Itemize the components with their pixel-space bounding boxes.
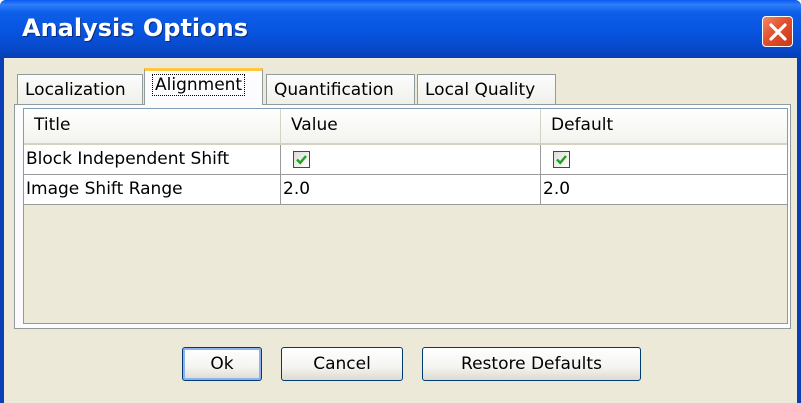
close-button[interactable] xyxy=(762,16,793,47)
button-bar: Ok Cancel Restore Defaults xyxy=(4,340,797,390)
analysis-options-window: Analysis Options Localization Alignment … xyxy=(0,0,801,403)
column-header-title[interactable]: Title xyxy=(24,109,281,143)
row-value-cell[interactable]: 2.0 xyxy=(281,175,541,204)
table-row[interactable]: Block Independent Shift xyxy=(24,145,787,175)
column-header-default[interactable]: Default xyxy=(541,109,787,143)
value-checkbox[interactable] xyxy=(293,151,310,168)
dialog-body: Localization Alignment Quantification Lo… xyxy=(4,58,797,403)
options-table: Title Value Default Block Independent Sh… xyxy=(23,108,788,324)
cancel-button[interactable]: Cancel xyxy=(281,347,403,381)
tab-label: Alignment xyxy=(152,74,246,96)
tab-localization[interactable]: Localization xyxy=(17,74,143,104)
row-default-cell[interactable]: 2.0 xyxy=(541,175,787,204)
tab-label: Localization xyxy=(25,80,126,100)
checkmark-icon xyxy=(556,155,567,165)
table-header: Title Value Default xyxy=(24,109,787,145)
tab-quantification[interactable]: Quantification xyxy=(266,74,415,104)
tab-local-quality[interactable]: Local Quality xyxy=(417,74,556,104)
ok-button[interactable]: Ok xyxy=(182,347,262,381)
title-bar[interactable]: Analysis Options xyxy=(0,0,801,58)
tab-panel: Title Value Default Block Independent Sh… xyxy=(14,104,791,329)
checkmark-icon xyxy=(296,155,307,165)
tab-alignment[interactable]: Alignment xyxy=(144,68,263,105)
row-value-cell[interactable] xyxy=(281,145,541,174)
default-checkbox[interactable] xyxy=(553,151,570,168)
row-title-cell: Block Independent Shift xyxy=(24,145,281,174)
column-header-value[interactable]: Value xyxy=(281,109,541,143)
window-title: Analysis Options xyxy=(22,14,249,42)
table-row[interactable]: Image Shift Range 2.0 2.0 xyxy=(24,175,787,205)
restore-defaults-button[interactable]: Restore Defaults xyxy=(422,347,641,381)
row-title-cell: Image Shift Range xyxy=(24,175,281,204)
close-icon xyxy=(769,23,787,41)
tab-label: Quantification xyxy=(274,80,394,100)
tab-label: Local Quality xyxy=(425,80,536,100)
row-default-cell[interactable] xyxy=(541,145,787,174)
